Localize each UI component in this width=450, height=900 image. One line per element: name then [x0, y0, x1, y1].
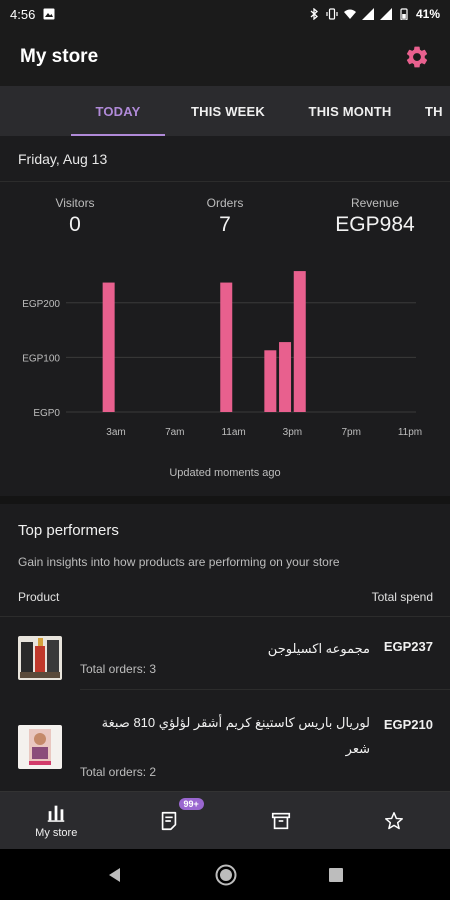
revenue-value: EGP984 — [335, 213, 415, 236]
product-name: مجموعه اكسيلوجن — [267, 641, 370, 656]
product-name: لوريال باريس كاستينغ كريم أشقر لؤلؤي 810… — [101, 715, 370, 756]
recents-icon[interactable] — [327, 866, 345, 884]
nav-my-store-label: My store — [35, 827, 78, 839]
signal-icon — [361, 8, 374, 20]
star-icon — [384, 811, 403, 829]
x-tick-label: 7pm — [341, 427, 360, 438]
back-icon[interactable] — [105, 865, 125, 885]
product-orders: Total orders: 2 — [80, 765, 157, 779]
updated-text: Updated moments ago — [169, 467, 281, 479]
battery-icon — [400, 8, 408, 20]
product-thumbnail — [18, 725, 62, 769]
column-header-total-spend: Total spend — [371, 590, 433, 604]
top-performers-subtitle: Gain insights into how products are perf… — [18, 555, 340, 569]
app-bar: My store — [0, 28, 450, 86]
vibrate-icon — [326, 8, 338, 20]
home-icon[interactable] — [214, 863, 238, 887]
tab-today[interactable]: TODAY — [71, 86, 165, 136]
wifi-icon — [343, 9, 356, 19]
top-performers-title: Top performers — [18, 522, 119, 539]
date-row: Friday, Aug 13 — [0, 136, 450, 182]
page-title: My store — [20, 46, 99, 67]
x-tick-label: 3pm — [283, 427, 302, 438]
tab-this-month[interactable]: THIS MONTH — [291, 86, 409, 136]
orders-badge: 99+ — [178, 798, 204, 810]
battery-level: 41% — [415, 7, 440, 21]
revenue-label: Revenue — [350, 196, 400, 210]
x-tick-label: 7am — [165, 427, 184, 438]
nav-products[interactable] — [225, 792, 338, 849]
orders-value: 7 — [219, 213, 231, 236]
y-tick-label: EGP100 — [22, 353, 60, 364]
orders-label: Orders — [206, 196, 244, 210]
gallery-icon — [43, 8, 55, 20]
system-nav-bar — [0, 849, 450, 900]
list-item[interactable]: مجموعه اكسيلوجن Total orders: 3 EGP237 — [0, 617, 450, 690]
y-tick-label: EGP0 — [33, 408, 60, 419]
chart-bar[interactable] — [102, 282, 115, 412]
nav-orders[interactable]: 99+ — [113, 792, 226, 849]
status-bar: 4:56 41% — [0, 0, 450, 28]
nav-my-store[interactable]: My store — [0, 792, 113, 849]
bar-chart-icon — [48, 805, 65, 822]
bluetooth-icon — [310, 8, 318, 20]
tab-this-year[interactable]: TH — [409, 86, 450, 136]
settings-icon[interactable] — [404, 44, 430, 70]
x-tick-label: 3am — [106, 427, 125, 438]
visitors-label: Visitors — [55, 196, 95, 210]
chart-bar[interactable] — [264, 350, 277, 412]
revenue-chart: EGP0 EGP100 EGP200 3am 7am 11am 3pm 7pm 11pm — [22, 271, 422, 438]
chart-bar[interactable] — [293, 271, 306, 412]
y-tick-label: EGP200 — [22, 299, 60, 310]
period-tabs: TODAY THIS WEEK THIS MONTH TH — [0, 86, 450, 136]
product-thumbnail — [18, 636, 62, 680]
current-date: Friday, Aug 13 — [18, 150, 108, 167]
status-time: 4:56 — [10, 6, 36, 22]
visitors-stat: Visitors 0 — [25, 196, 125, 237]
archive-icon — [272, 812, 291, 829]
product-spend: EGP237 — [383, 639, 433, 654]
chart-bar[interactable] — [220, 282, 233, 412]
orders-icon — [161, 811, 176, 830]
product-spend: EGP210 — [383, 717, 433, 732]
list-item[interactable]: لوريال باريس كاستينغ كريم أشقر لؤلؤي 810… — [0, 690, 450, 791]
x-tick-label: 11am — [221, 427, 245, 438]
x-tick-label: 11pm — [398, 427, 422, 438]
product-orders: Total orders: 3 — [80, 662, 157, 676]
visitors-value: 0 — [69, 213, 81, 236]
bottom-nav: My store 99+ — [0, 791, 450, 849]
stats-summary: Visitors 0 Orders 7 Revenue EGP984 — [0, 196, 450, 246]
column-header-product: Product — [18, 590, 60, 604]
chart-bar[interactable] — [279, 342, 292, 412]
orders-stat: Orders 7 — [175, 196, 275, 237]
signal-icon — [379, 8, 392, 20]
section-divider — [0, 496, 450, 504]
nav-reviews[interactable] — [338, 792, 450, 849]
revenue-stat: Revenue EGP984 — [320, 196, 430, 237]
tab-this-week[interactable]: THIS WEEK — [165, 86, 291, 136]
